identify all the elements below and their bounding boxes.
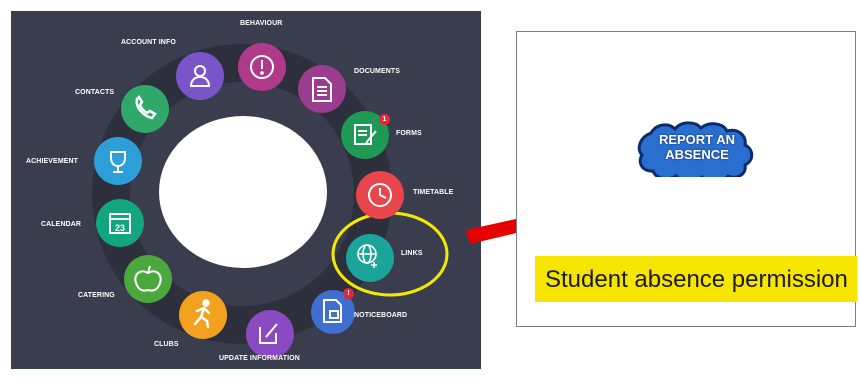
forms-notification-badge: 1 — [379, 114, 390, 125]
calendar-label: CALENDAR — [41, 221, 82, 228]
achievement-label: ACHIEVEMENT — [26, 158, 79, 165]
noticeboard-label: NOTICEBOARD — [354, 312, 408, 319]
account-info-label: ACCOUNT INFO — [121, 39, 176, 46]
student-absence-caption: Student absence permission — [545, 266, 848, 293]
links-tile[interactable] — [346, 234, 394, 282]
app-menu-panel: 23 BEHAVIOUR DOCUMENTS FORMS TIMETABLE L… — [11, 11, 481, 369]
catering-label: CATERING — [78, 292, 115, 299]
forms-label: FORMS — [396, 130, 422, 137]
calendar-icon-day: 23 — [115, 223, 125, 233]
clubs-tile[interactable] — [179, 291, 227, 339]
documents-tile[interactable] — [298, 65, 346, 113]
noticeboard-notification-badge: ! — [343, 288, 354, 299]
report-absence-card: REPORT AN ABSENCE Student absence permis… — [516, 31, 857, 327]
contacts-tile[interactable] — [121, 85, 169, 133]
center-blank — [159, 116, 327, 268]
calendar-tile[interactable]: 23 — [96, 199, 144, 247]
clubs-label: CLUBS — [154, 341, 179, 348]
links-label: LINKS — [401, 250, 423, 257]
update-information-label: UPDATE INFORMATION — [219, 355, 300, 362]
documents-label: DOCUMENTS — [354, 68, 401, 75]
report-absence-text[interactable]: REPORT AN ABSENCE — [649, 132, 745, 162]
behaviour-tile[interactable] — [238, 43, 286, 91]
timetable-label: TIMETABLE — [413, 189, 454, 196]
update-information-tile[interactable] — [246, 310, 294, 358]
timetable-tile[interactable] — [356, 171, 404, 219]
contacts-label: CONTACTS — [75, 89, 115, 96]
behaviour-label: BEHAVIOUR — [240, 20, 283, 27]
menu-ring: 23 — [92, 43, 449, 358]
achievement-tile[interactable] — [94, 137, 142, 185]
account-info-tile[interactable] — [176, 52, 224, 100]
catering-tile[interactable] — [124, 255, 172, 303]
absence-caption-highlight: Student absence permission — [535, 256, 857, 302]
